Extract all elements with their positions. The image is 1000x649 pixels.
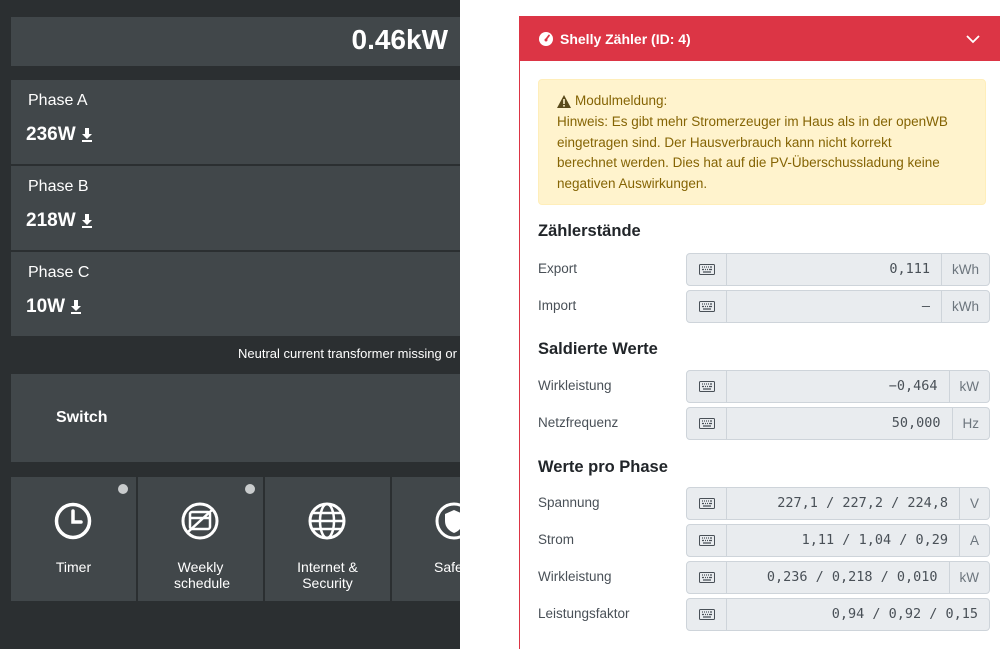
safety-tile[interactable]: Safe [392,477,460,601]
tile-label: Internet & Security [297,559,358,591]
tile-label: Timer [55,559,92,575]
download-arrow-icon [81,128,92,142]
download-arrow-icon [81,214,92,228]
chevron-down-icon[interactable] [966,32,980,46]
strom-unit: A [958,525,989,556]
wirkleistung-unit: kW [948,371,990,402]
wirkleistung-phase-label: Wirkleistung [538,569,612,584]
keyboard-icon [698,609,715,620]
shelly-app: 0.46kW Phase A 236W Phase B 218W Phase C… [0,0,460,649]
panel-header[interactable]: Shelly Zähler (ID: 4) [520,17,1000,61]
phase-power: 218W [26,210,76,231]
alert-line: eingetragen sind. Der Hausverbrauch kann… [557,134,892,150]
keyboard-icon [698,535,715,546]
netzfrequenz-unit: Hz [951,408,990,439]
phase-name: Phase B [28,178,89,195]
clock-icon [54,502,92,540]
tile-label: Weekly schedule [174,559,231,591]
switch-label: Switch [56,409,108,426]
strom-field: 1,11 / 1,04 / 0,29 A [686,524,990,557]
export-unit: kWh [941,254,989,285]
meter-panel: Shelly Zähler (ID: 4) Modulmeldung: Hinw… [519,16,1000,649]
spannung-field: 227,1 / 227,2 / 224,8 V [686,487,990,520]
spannung-value: 227,1 / 227,2 / 224,8 [777,495,948,511]
module-warning-alert: Modulmeldung: Hinweis: Es gibt mehr Stro… [538,79,986,205]
leistungsfaktor-value: 0,94 / 0,92 / 0,15 [831,606,978,622]
export-label: Export [538,261,578,276]
calendar-icon [181,502,219,540]
gauge-icon [539,32,553,46]
keyboard-icon [698,264,715,275]
keyboard-icon [698,418,715,429]
leistungsfaktor-label: Leistungsfaktor [538,606,630,621]
phase-value: 218W [26,210,93,232]
import-label: Import [538,298,577,313]
wirkleistung-value: −0,464 [888,378,938,394]
import-unit: kWh [941,291,989,322]
switch-card[interactable]: Switch [11,374,460,462]
panel-title: Shelly Zähler (ID: 4) [560,31,691,47]
spannung-unit: V [958,488,989,519]
weekly-schedule-tile[interactable]: Weekly schedule [138,477,263,601]
phase-value: 236W [26,124,93,146]
section-saldierte-werte: Saldierte Werte [538,340,658,358]
wirkleistung-phase-value: 0,236 / 0,218 / 0,010 [766,569,938,585]
shield-icon [435,502,460,540]
internet-security-tile[interactable]: Internet & Security [265,477,390,601]
section-werte-pro-phase: Werte pro Phase [538,458,668,476]
netzfrequenz-value: 50,000 [891,415,941,431]
keyboard-icon [698,572,715,583]
wirkleistung-label: Wirkleistung [538,378,612,393]
keyboard-icon [698,381,715,392]
import-field: – kWh [686,290,990,323]
keyboard-icon [698,498,715,509]
section-zaehlerstaende: Zählerstände [538,222,641,240]
wirkleistung-phase-field: 0,236 / 0,218 / 0,010 kW [686,561,990,594]
alert-title-text: Modulmeldung: [575,93,668,108]
export-value: 0,111 [889,261,930,277]
status-dot [245,484,255,494]
leistungsfaktor-field: 0,94 / 0,92 / 0,15 [686,598,990,631]
phase-value: 10W [26,296,82,318]
spannung-label: Spannung [538,495,600,510]
wirkleistung-phase-unit: kW [948,562,990,593]
netzfrequenz-field: 50,000 Hz [686,407,990,440]
warning-icon [557,94,571,108]
alert-title: Modulmeldung: [557,91,967,112]
keyboard-icon [698,301,715,312]
netzfrequenz-label: Netzfrequenz [538,415,619,430]
total-power-value: 0.46kW [351,24,449,55]
download-arrow-icon [71,300,82,314]
status-dot [118,484,128,494]
alert-line: Hinweis: Es gibt mehr Stromerzeuger im H… [557,113,948,129]
phase-power: 236W [26,124,76,145]
phase-name: Phase A [28,92,88,109]
alert-line: negativen Auswirkungen. [557,176,708,192]
phase-power: 10W [26,296,66,317]
strom-value: 1,11 / 1,04 / 0,29 [801,532,948,548]
wirkleistung-field: −0,464 kW [686,370,990,403]
tile-label: Safe [434,559,460,575]
total-power-card: 0.46kW [11,17,460,66]
alert-line: berechnet werden. Dies hat auf die PV-Üb… [557,155,940,171]
strom-label: Strom [538,532,575,547]
import-value: – [921,298,930,314]
phase-c-card[interactable]: Phase C 10W [11,252,460,336]
phase-a-card[interactable]: Phase A 236W [11,80,460,164]
timer-tile[interactable]: Timer [11,477,136,601]
export-field: 0,111 kWh [686,253,990,286]
phase-b-card[interactable]: Phase B 218W [11,166,460,250]
neutral-ct-notice: Neutral current transformer missing or [238,346,457,361]
openwb-settings: Shelly Zähler (ID: 4) Modulmeldung: Hinw… [460,0,1000,649]
globe-icon [308,502,346,540]
phase-name: Phase C [28,264,90,281]
